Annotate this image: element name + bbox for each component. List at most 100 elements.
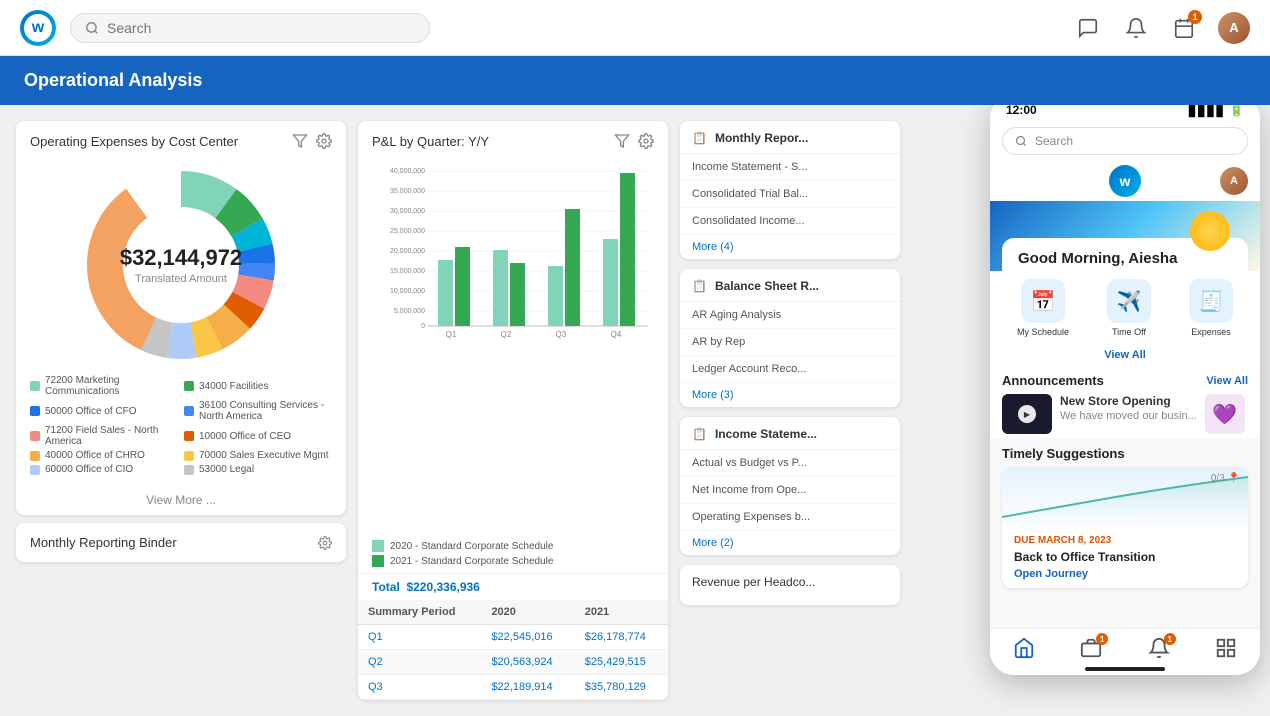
revenue-title: Revenue per Headco... [692, 575, 815, 589]
quick-action-timeoff[interactable]: ✈️ Time Off [1107, 279, 1151, 337]
mobile-bottom-nav: 1 1 [990, 628, 1260, 663]
user-avatar[interactable]: A [1218, 12, 1250, 44]
settings-icon[interactable] [316, 133, 332, 149]
workday-logo[interactable]: w [20, 10, 56, 46]
report-item[interactable]: Net Income from Ope... [680, 477, 900, 504]
bottom-nav-grid[interactable] [1215, 637, 1237, 659]
timely-due: DUE MARCH 8, 2023 [1014, 535, 1236, 546]
svg-text:Q2: Q2 [501, 330, 512, 339]
mobile-search-placeholder: Search [1035, 134, 1073, 148]
announcements-view-all[interactable]: View All [1206, 375, 1248, 387]
filter-icon2[interactable] [614, 133, 630, 149]
report-item[interactable]: Consolidated Trial Bal... [680, 181, 900, 208]
col-2020: 2020 [481, 600, 574, 625]
timely-content: DUE MARCH 8, 2023 Back to Office Transit… [1002, 527, 1248, 588]
announcements-title: Announcements [1002, 373, 1104, 388]
reports-column: 📋 Monthly Repor... Income Statement - S.… [680, 121, 900, 700]
mobile-sun [1190, 211, 1230, 251]
bar-chart-header: P&L by Quarter: Y/Y [358, 121, 668, 155]
report-section-monthly: 📋 Monthly Repor... Income Statement - S.… [680, 121, 900, 259]
donut-card-actions [292, 133, 332, 149]
val-q2-2021: $25,429,515 [575, 650, 668, 675]
donut-amount: $32,144,972 [120, 245, 242, 271]
announcement-text: New Store Opening We have moved our busi… [1060, 394, 1197, 422]
more-link-monthly[interactable]: More (4) [680, 235, 900, 259]
report-item[interactable]: Ledger Account Reco... [680, 356, 900, 383]
svg-text:40,000,000: 40,000,000 [390, 168, 425, 175]
legend-2020-label: 2020 - Standard Corporate Schedule [390, 541, 553, 552]
donut-legend: 72200 Marketing Communications 34000 Fac… [16, 365, 346, 485]
legend-2020: 2020 - Standard Corporate Schedule [372, 540, 654, 552]
chat-icon[interactable] [1074, 14, 1102, 42]
bell-bottom-badge: 1 [1164, 633, 1176, 645]
revenue-card: Revenue per Headco... [680, 565, 900, 605]
period-q3[interactable]: Q3 [358, 675, 481, 700]
expenses-icon: 🧾 [1189, 279, 1233, 323]
report-item[interactable]: Income Statement - S... [680, 154, 900, 181]
view-more-link[interactable]: View More ... [16, 485, 346, 515]
binder-settings-icon[interactable] [318, 536, 332, 550]
report-section-balance-header: 📋 Balance Sheet R... [680, 269, 900, 302]
page-title: Operational Analysis [24, 70, 202, 90]
mobile-user-avatar[interactable]: A [1220, 167, 1248, 195]
val-q1-2020: $22,545,016 [481, 625, 574, 650]
donut-label: Translated Amount [120, 273, 242, 285]
mobile-quick-actions: 📅 My Schedule ✈️ Time Off 🧾 Expenses [990, 271, 1260, 345]
search-input[interactable]: Search [107, 20, 415, 36]
more-link-balance[interactable]: More (3) [680, 383, 900, 407]
bottom-nav-bell[interactable]: 1 [1148, 637, 1170, 659]
schedule-label: My Schedule [1017, 327, 1069, 337]
report-item[interactable]: Operating Expenses b... [680, 504, 900, 531]
more-link-income[interactable]: More (2) [680, 531, 900, 555]
mobile-home-indicator [1085, 667, 1165, 671]
legend-item: 34000 Facilities [184, 375, 332, 397]
legend-item: 71200 Field Sales - North America [30, 425, 178, 447]
filter-icon[interactable] [292, 133, 308, 149]
report-item[interactable]: Actual vs Budget vs P... [680, 450, 900, 477]
mobile-time: 12:00 [1006, 105, 1037, 117]
total-value[interactable]: $220,336,936 [406, 580, 479, 594]
announcement-video-thumb[interactable]: ▶ [1002, 394, 1052, 434]
timeoff-label: Time Off [1112, 327, 1146, 337]
view-all-link[interactable]: View All [990, 345, 1260, 365]
mobile-search-bar[interactable]: Search [1002, 127, 1248, 155]
mobile-workday-logo[interactable]: w [1109, 165, 1141, 197]
table-row: Q1 $22,545,016 $26,178,774 [358, 625, 668, 650]
bottom-nav-home[interactable] [1013, 637, 1035, 659]
report-item[interactable]: AR by Rep [680, 329, 900, 356]
announcement-item: ▶ New Store Opening We have moved our bu… [1002, 394, 1248, 434]
quick-action-schedule[interactable]: 📅 My Schedule [1017, 279, 1069, 337]
report-item[interactable]: AR Aging Analysis [680, 302, 900, 329]
bottom-nav-briefcase[interactable]: 1 [1080, 637, 1102, 659]
period-q2[interactable]: Q2 [358, 650, 481, 675]
val-q3-2021: $35,780,129 [575, 675, 668, 700]
legend-item: 50000 Office of CFO [30, 400, 178, 422]
main-content: Operating Expenses by Cost Center [0, 105, 1270, 716]
donut-center: $32,144,972 Translated Amount [120, 245, 242, 285]
period-q1[interactable]: Q1 [358, 625, 481, 650]
report-icon-monthly: 📋 [692, 131, 707, 145]
timely-section: Timely Suggestions 0/3 [990, 438, 1260, 628]
svg-text:0: 0 [421, 323, 425, 330]
timely-header: Timely Suggestions [1002, 446, 1248, 461]
quick-action-expenses[interactable]: 🧾 Expenses [1189, 279, 1233, 337]
donut-card: Operating Expenses by Cost Center [16, 121, 346, 515]
report-item[interactable]: Consolidated Income... [680, 208, 900, 235]
schedule-icon: 📅 [1021, 279, 1065, 323]
legend-2021-label: 2021 - Standard Corporate Schedule [390, 556, 553, 567]
mobile-logo-row: w A [990, 161, 1260, 201]
report-section-balance-title: Balance Sheet R... [715, 279, 819, 293]
announcement-title: New Store Opening [1060, 394, 1197, 408]
bar-chart-area: 40,000,000 35,000,000 30,000,000 25,000,… [358, 155, 668, 534]
svg-text:35,000,000: 35,000,000 [390, 188, 425, 195]
calendar-icon[interactable]: 1 [1170, 14, 1198, 42]
bar-chart-legend: 2020 - Standard Corporate Schedule 2021 … [358, 534, 668, 573]
report-section-monthly-header: 📋 Monthly Repor... [680, 121, 900, 154]
report-icon-balance: 📋 [692, 279, 707, 293]
bell-icon[interactable] [1122, 14, 1150, 42]
play-button[interactable]: ▶ [1018, 405, 1036, 423]
legend-2021: 2021 - Standard Corporate Schedule [372, 555, 654, 567]
search-bar[interactable]: Search [70, 13, 430, 43]
timely-link[interactable]: Open Journey [1014, 568, 1236, 580]
settings-icon2[interactable] [638, 133, 654, 149]
